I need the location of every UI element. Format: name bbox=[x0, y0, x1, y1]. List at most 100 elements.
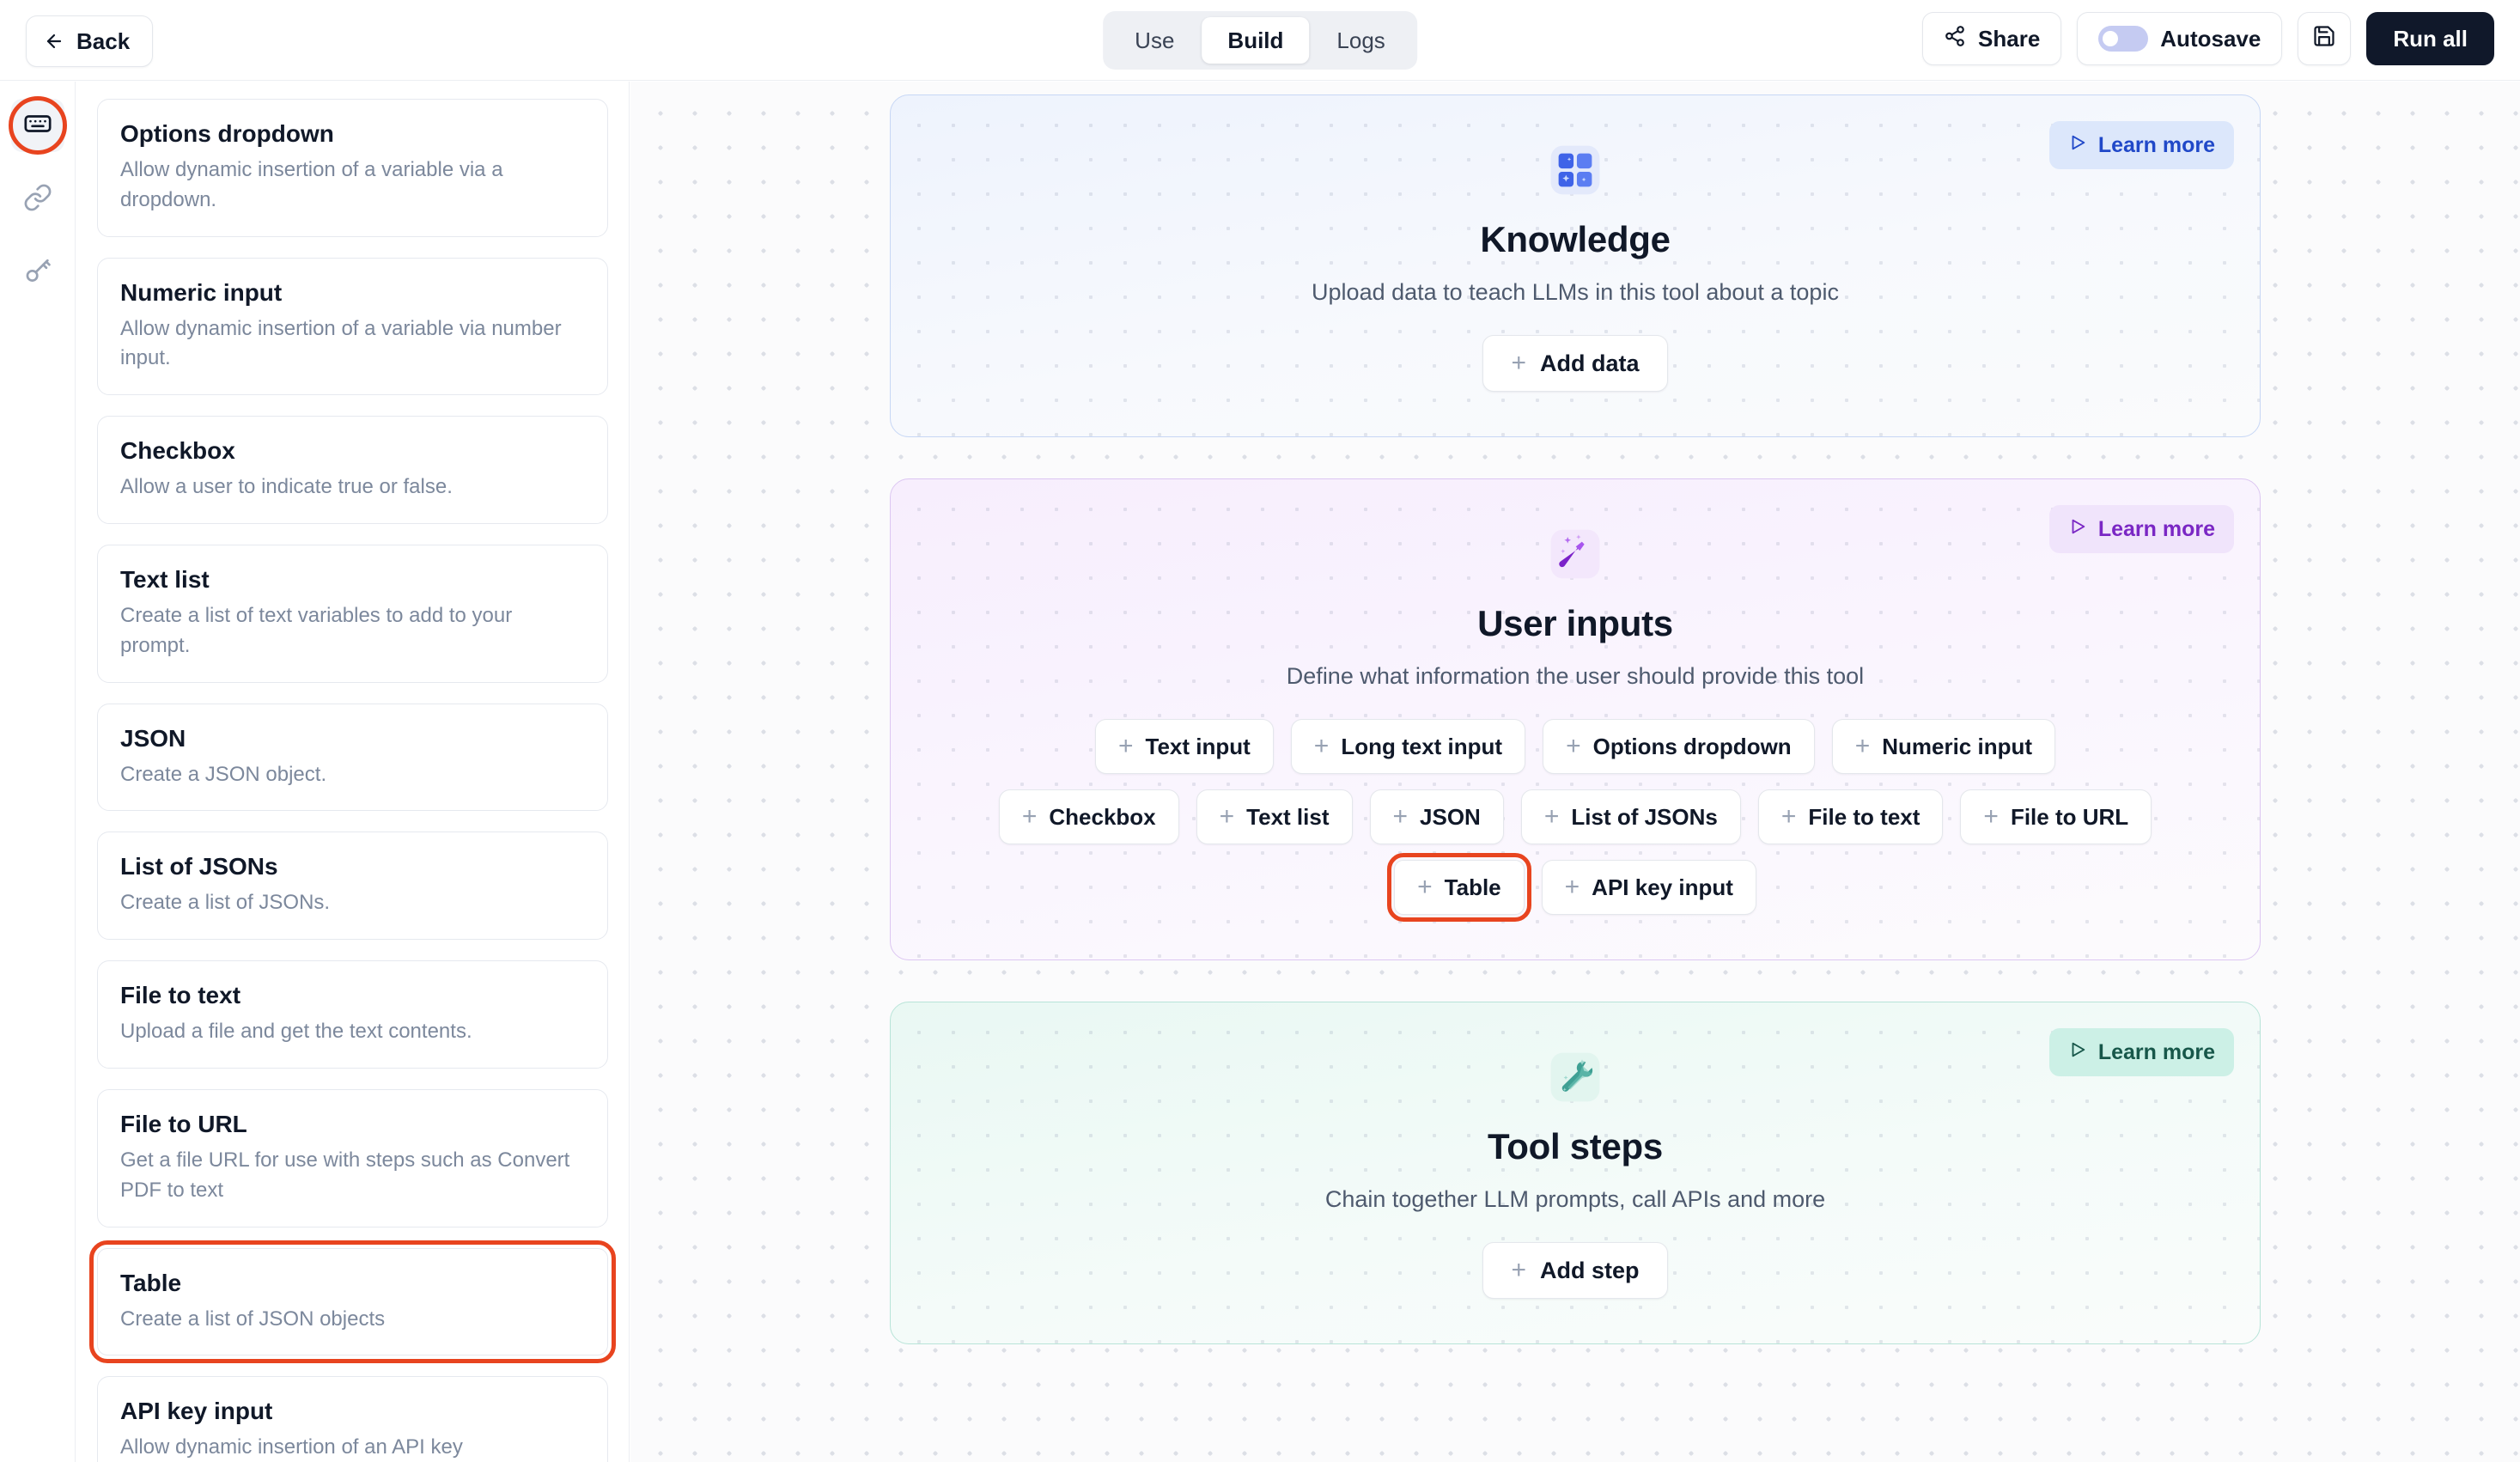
sidebar-item-description: Create a list of JSONs. bbox=[120, 891, 331, 915]
share-button[interactable]: Share bbox=[1922, 12, 2062, 65]
sidebar-item-json[interactable]: JSON Create a JSON object. bbox=[97, 703, 608, 812]
plus-icon: + bbox=[1566, 732, 1581, 760]
add-data-label: Add data bbox=[1540, 350, 1640, 376]
autosave-toggle-button[interactable]: Autosave bbox=[2077, 12, 2283, 65]
sidebar-item-title: JSON bbox=[120, 724, 186, 752]
share-button-label: Share bbox=[1978, 25, 2041, 52]
sidebar-item-description: Get a file URL for use with steps such a… bbox=[120, 1148, 570, 1202]
chip-label: Checkbox bbox=[1049, 803, 1156, 830]
sidebar-item-description: Create a JSON object. bbox=[120, 762, 327, 786]
rail-item-user-inputs[interactable] bbox=[8, 96, 67, 155]
toolbar-actions: Share Autosave Run all bbox=[1922, 12, 2494, 65]
user-inputs-subtitle: Define what information the user should … bbox=[1286, 663, 1865, 689]
chip-label: Options dropdown bbox=[1592, 733, 1792, 759]
user-input-type-chips: + Text input + Long text input + Options… bbox=[891, 719, 2260, 922]
add-table-chip[interactable]: + Table bbox=[1387, 853, 1531, 922]
sidebar-item-text-list[interactable]: Text list Create a list of text variable… bbox=[97, 544, 608, 683]
rail-item-connections[interactable] bbox=[11, 173, 64, 226]
chip-label: File to URL bbox=[2010, 803, 2129, 830]
add-file-to-url-chip[interactable]: + File to URL bbox=[1960, 789, 2152, 844]
add-text-list-chip[interactable]: + Text list bbox=[1196, 789, 1353, 844]
autosave-toggle[interactable] bbox=[2098, 26, 2149, 52]
add-data-button[interactable]: + Add data bbox=[1482, 335, 1668, 392]
save-button[interactable] bbox=[2298, 12, 2352, 65]
play-icon bbox=[2068, 133, 2087, 158]
plus-icon: + bbox=[1511, 1256, 1526, 1284]
icon-rail bbox=[0, 82, 76, 1462]
run-all-label: Run all bbox=[2393, 25, 2468, 52]
plus-icon: + bbox=[1854, 732, 1871, 760]
sidebar-item-description: Create a list of JSON objects bbox=[120, 1307, 386, 1331]
add-long-text-input-chip[interactable]: + Long text input bbox=[1290, 719, 1526, 774]
chip-row-2: + Checkbox + Text list + JSON + List of … bbox=[951, 789, 2200, 844]
sidebar-item-api-key-input[interactable]: API key input Allow dynamic insertion of… bbox=[97, 1376, 608, 1462]
add-numeric-input-chip[interactable]: + Numeric input bbox=[1831, 719, 2056, 774]
plus-icon: + bbox=[1983, 802, 1999, 831]
user-inputs-learn-more-button[interactable]: Learn more bbox=[2048, 505, 2234, 553]
knowledge-learn-more-label: Learn more bbox=[2097, 132, 2215, 157]
plus-icon: + bbox=[1780, 802, 1797, 831]
add-text-input-chip[interactable]: + Text input bbox=[1094, 719, 1274, 774]
keyboard-input-icon bbox=[23, 109, 52, 143]
builder-canvas[interactable]: Learn more Knowledge Upload data to teac… bbox=[630, 82, 2520, 1462]
autosave-label: Autosave bbox=[2160, 25, 2261, 52]
knowledge-learn-more-button[interactable]: Learn more bbox=[2048, 121, 2234, 169]
tool-steps-learn-more-button[interactable]: Learn more bbox=[2048, 1028, 2234, 1076]
plus-icon: + bbox=[1117, 732, 1134, 760]
chip-label: Text input bbox=[1145, 733, 1251, 759]
back-button-label: Back bbox=[76, 27, 131, 54]
chip-label: Text list bbox=[1246, 803, 1330, 830]
knowledge-subtitle: Upload data to teach LLMs in this tool a… bbox=[1312, 279, 1839, 305]
plus-icon: + bbox=[1219, 802, 1235, 831]
plus-icon: + bbox=[1392, 802, 1409, 831]
sidebar-item-description: Allow dynamic insertion of an API key bbox=[120, 1435, 463, 1459]
sidebar-item-list-of-jsons[interactable]: List of JSONs Create a list of JSONs. bbox=[97, 832, 608, 941]
sidebar-item-description: Allow a user to indicate true or false. bbox=[120, 475, 453, 499]
plus-icon: + bbox=[1543, 802, 1560, 831]
add-checkbox-chip[interactable]: + Checkbox bbox=[998, 789, 1179, 844]
plus-icon: + bbox=[1417, 873, 1433, 901]
plus-icon: + bbox=[1021, 802, 1038, 831]
sidebar-item-file-to-url[interactable]: File to URL Get a file URL for use with … bbox=[97, 1088, 608, 1227]
tab-use[interactable]: Use bbox=[1109, 17, 1200, 64]
tool-steps-section: Learn more Tool steps Chain together LLM… bbox=[890, 1002, 2261, 1344]
sidebar-item-title: Table bbox=[120, 1269, 182, 1296]
add-json-chip[interactable]: + JSON bbox=[1369, 789, 1504, 844]
knowledge-section: Learn more Knowledge Upload data to teac… bbox=[890, 94, 2261, 437]
user-inputs-learn-more-label: Learn more bbox=[2097, 516, 2215, 541]
sidebar-item-description: Upload a file and get the text contents. bbox=[120, 1020, 472, 1044]
sidebar-item-checkbox[interactable]: Checkbox Allow a user to indicate true o… bbox=[97, 416, 608, 524]
rail-item-api-keys[interactable] bbox=[11, 247, 64, 300]
share-icon bbox=[1944, 25, 1966, 53]
tool-steps-title: Tool steps bbox=[1488, 1126, 1663, 1167]
run-all-button[interactable]: Run all bbox=[2366, 12, 2494, 65]
sidebar-item-numeric-input[interactable]: Numeric input Allow dynamic insertion of… bbox=[97, 257, 608, 396]
sidebar-item-description: Allow dynamic insertion of a variable vi… bbox=[120, 316, 562, 370]
add-file-to-text-chip[interactable]: + File to text bbox=[1757, 789, 1944, 844]
tab-build[interactable]: Build bbox=[1202, 17, 1310, 64]
sidebar-item-title: File to text bbox=[120, 982, 241, 1009]
chip-label: File to text bbox=[1808, 803, 1920, 830]
sidebar-item-options-dropdown[interactable]: Options dropdown Allow dynamic insertion… bbox=[97, 99, 608, 237]
sidebar-item-file-to-text[interactable]: File to text Upload a file and get the t… bbox=[97, 960, 608, 1069]
add-list-of-jsons-chip[interactable]: + List of JSONs bbox=[1520, 789, 1741, 844]
back-button[interactable]: Back bbox=[26, 15, 154, 67]
add-api-key-input-chip[interactable]: + API key input bbox=[1541, 860, 1756, 915]
add-options-dropdown-chip[interactable]: + Options dropdown bbox=[1543, 719, 1815, 774]
sidebar-item-title: Options dropdown bbox=[120, 120, 334, 147]
chip-row-1: + Text input + Long text input + Options… bbox=[951, 719, 2200, 774]
input-types-sidebar[interactable]: Options dropdown Allow dynamic insertion… bbox=[76, 82, 630, 1462]
sidebar-item-title: File to URL bbox=[120, 1110, 247, 1137]
sidebar-item-table[interactable]: Table Create a list of JSON objects bbox=[89, 1240, 616, 1364]
add-step-label: Add step bbox=[1540, 1257, 1640, 1283]
play-icon bbox=[2068, 517, 2087, 542]
plus-icon: + bbox=[1313, 732, 1330, 760]
add-step-button[interactable]: + Add step bbox=[1482, 1242, 1668, 1299]
user-inputs-section: Learn more User inputs Define what infor… bbox=[890, 478, 2261, 960]
tab-logs[interactable]: Logs bbox=[1311, 17, 1410, 64]
wrench-sparkle-icon bbox=[1549, 1051, 1602, 1104]
sidebar-item-title: Numeric input bbox=[120, 278, 283, 306]
chip-label: JSON bbox=[1420, 803, 1481, 830]
sidebar-item-title: Checkbox bbox=[120, 437, 235, 465]
sidebar-item-title: List of JSONs bbox=[120, 853, 278, 880]
